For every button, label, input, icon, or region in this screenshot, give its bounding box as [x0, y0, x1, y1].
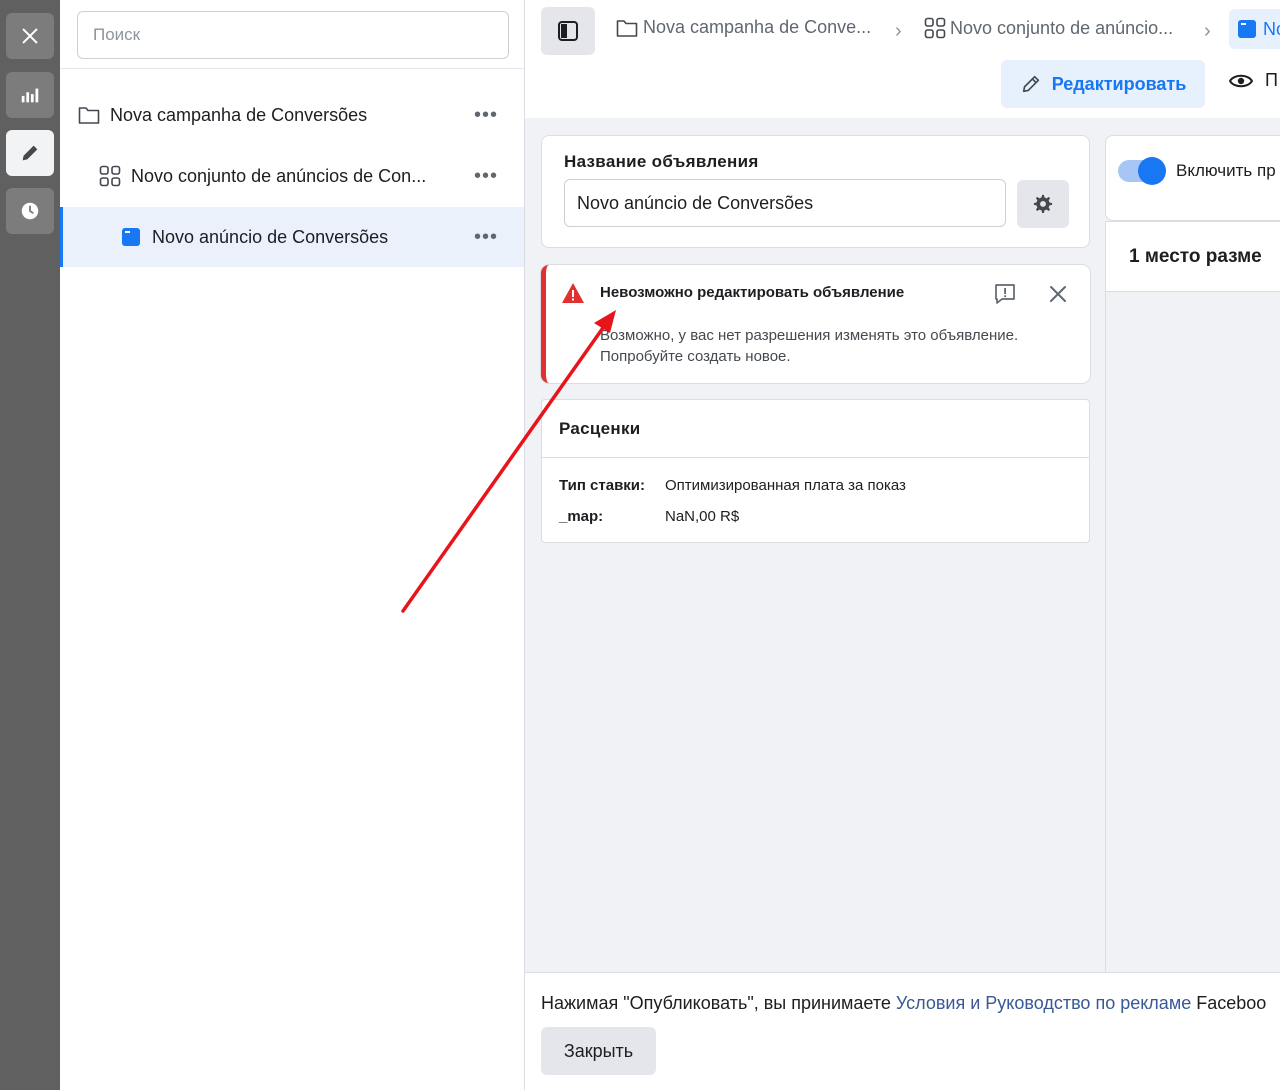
footer-text-prefix: Нажимая "Опубликовать", вы принимаете [541, 993, 896, 1013]
edit-button[interactable]: Редактировать [1001, 60, 1205, 108]
pricing-title: Расценки [559, 418, 641, 438]
rail-close-button[interactable] [6, 13, 54, 59]
rail-history-button[interactable] [6, 188, 54, 234]
pricing-row-value: Оптимизированная плата за показ [665, 477, 906, 494]
pricing-row-key: Тип ставки: [559, 477, 646, 494]
footer-text-suffix: Faceboo [1191, 993, 1267, 1013]
close-icon[interactable] [1049, 285, 1067, 303]
editor-toolbar: Nova campanha de Conve... › Novo conjunt… [525, 0, 1280, 118]
tree-item-ad[interactable]: Novo anúncio de Conversões ••• [60, 207, 524, 267]
breadcrumb-label: No [1263, 18, 1280, 39]
ad-name-input[interactable] [564, 179, 1006, 227]
folder-icon [77, 103, 101, 127]
more-options-icon[interactable]: ••• [474, 166, 498, 186]
ad-name-card: Название объявления [541, 135, 1090, 248]
more-options-icon[interactable]: ••• [474, 227, 498, 247]
panel-toggle-button[interactable] [541, 7, 595, 55]
edit-button-label: Редактировать [1051, 73, 1187, 94]
tree-item-label: Novo conjunto de anúncios de Con... [131, 165, 427, 186]
alert-message-line: Возможно, у вас нет разрешения изменять … [600, 327, 1019, 344]
pricing-card: Расценки Тип ставки: Оптимизированная пл… [541, 399, 1090, 543]
breadcrumb-label: Novo conjunto de anúncio... [950, 17, 1174, 38]
pencil-icon [22, 145, 38, 161]
grid-icon [924, 17, 946, 39]
grid-icon [98, 164, 122, 188]
divider [60, 68, 524, 69]
pricing-header: Расценки [542, 400, 1089, 458]
terms-link[interactable]: Условия и Руководство по рекламе [896, 993, 1191, 1013]
pencil-icon [1022, 75, 1039, 93]
ad-name-title: Название объявления [564, 152, 759, 171]
preview-button-label: П [1265, 70, 1278, 90]
placement-title: 1 место разме [1129, 246, 1262, 267]
breadcrumb-campaign[interactable]: Nova campanha de Conve... [615, 17, 871, 38]
alert-title: Невозможно редактировать объявление [600, 284, 905, 301]
tree-item-adset[interactable]: Novo conjunto de anúncios de Con... ••• [60, 146, 524, 206]
rail-edit-button[interactable] [6, 130, 54, 176]
enable-toggle-label: Включить пр [1176, 161, 1276, 180]
chevron-right-icon: › [895, 20, 902, 42]
report-feedback-icon[interactable] [994, 283, 1016, 305]
pricing-row-key: _map: [559, 508, 604, 525]
breadcrumb-ad[interactable]: No [1229, 9, 1280, 49]
error-alert: Невозможно редактировать объявление Возм… [541, 265, 1090, 383]
alert-message: Возможно, у вас нет разрешения изменять … [600, 325, 1060, 367]
close-icon [22, 28, 38, 44]
preview-button[interactable]: П [1229, 70, 1278, 91]
tree-item-label: Nova campanha de Conversões [110, 104, 368, 125]
pricing-row-value: NaN,00 R$ [665, 508, 740, 525]
sidebar-toggle-icon [558, 21, 578, 41]
rail-reports-button[interactable] [6, 72, 54, 118]
editor-footer: Нажимая "Опубликовать", вы принимаете Ус… [525, 972, 1280, 1090]
footer-terms-text: Нажимая "Опубликовать", вы принимаете Ус… [541, 993, 1266, 1014]
folder-icon [616, 19, 638, 37]
more-options-icon[interactable]: ••• [474, 105, 498, 125]
tree-item-campaign[interactable]: Nova campanha de Conversões ••• [60, 85, 524, 145]
warning-icon [562, 283, 584, 303]
chevron-right-icon: › [1204, 20, 1211, 42]
bar-chart-icon [21, 88, 39, 103]
ad-name-settings-button[interactable] [1017, 180, 1069, 228]
enable-toggle[interactable] [1118, 156, 1166, 186]
breadcrumb-adset[interactable]: Novo conjunto de anúncio... [924, 17, 1173, 39]
eye-icon [1229, 74, 1253, 87]
ad-icon [119, 225, 143, 249]
structure-panel: Nova campanha de Conversões ••• Novo con… [60, 0, 525, 1090]
editor-area: Nova campanha de Conve... › Novo conjunt… [525, 0, 1280, 1090]
tree-item-label: Novo anúncio de Conversões [152, 226, 389, 247]
alert-message-line: Попробуйте создать новое. [600, 348, 791, 365]
search-input[interactable] [77, 11, 509, 59]
gear-icon [1033, 194, 1053, 213]
close-button[interactable]: Закрыть [541, 1027, 656, 1075]
clock-icon [21, 202, 39, 220]
left-rail [0, 0, 60, 1090]
breadcrumb-label: Nova campanha de Conve... [643, 17, 872, 37]
ad-icon [1238, 20, 1256, 38]
placement-card: 1 место разме [1105, 221, 1280, 981]
enable-card: Включить пр [1105, 135, 1280, 221]
